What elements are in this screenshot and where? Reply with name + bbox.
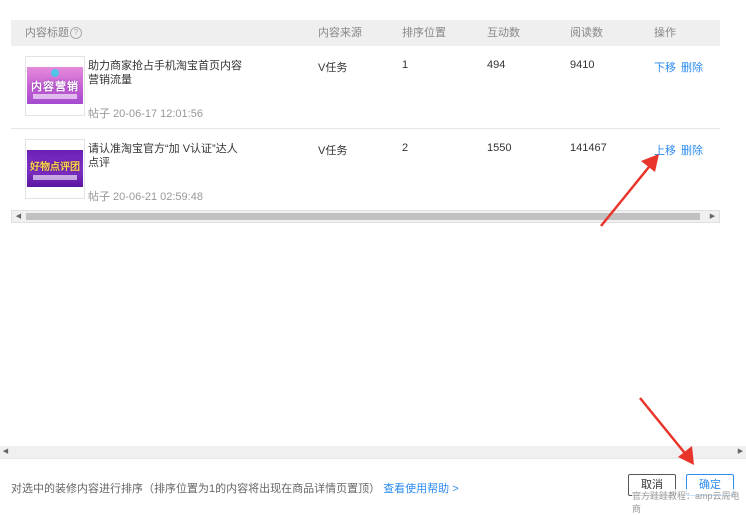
help-icon[interactable]: ? xyxy=(70,27,82,40)
header-title-label: 内容标题 xyxy=(25,27,69,39)
content-position: 2 xyxy=(402,142,409,154)
thumbnail-subbar xyxy=(33,175,77,180)
header-reads: 阅读数 xyxy=(570,27,603,39)
move-down-link[interactable]: 下移 xyxy=(654,62,676,74)
delete-link[interactable]: 删除 xyxy=(681,62,703,74)
content-title: 请认准淘宝官方“加 V认证”达人点评 xyxy=(88,143,238,169)
scrollbar-thumb[interactable] xyxy=(26,213,700,220)
content-thumbnail: 好物点评团 xyxy=(25,139,85,199)
footer-description: 对选中的装修内容进行排序（排序位置为1的内容将出现在商品详情页置顶） 查看使用帮… xyxy=(11,480,459,496)
move-up-link[interactable]: 上移 xyxy=(654,145,676,157)
watermark: 官方跬跬教程：amp云周电商 xyxy=(632,489,746,515)
table-row: 好物点评团 请认准淘宝官方“加 V认证”达人点评 帖子 20-06-21 02:… xyxy=(11,129,720,212)
thumbnail-subbar xyxy=(33,94,77,99)
help-link[interactable]: 查看使用帮助 > xyxy=(383,483,458,495)
thumbnail-text: 好物点评团 xyxy=(30,162,80,173)
content-source: V任务 xyxy=(318,62,348,74)
content-interactions: 1550 xyxy=(487,142,512,154)
footer-description-text: 对选中的装修内容进行排序（排序位置为1的内容将出现在商品详情页置顶） xyxy=(11,483,381,495)
header-actions: 操作 xyxy=(654,27,676,39)
content-reads: 141467 xyxy=(570,142,607,154)
content-reads: 9410 xyxy=(570,59,595,71)
triangle-right-icon[interactable]: ▶ xyxy=(735,446,746,458)
content-meta: 帖子 20-06-21 02:59:48 xyxy=(88,191,203,203)
header-position: 排序位置 xyxy=(402,27,446,39)
triangle-left-icon[interactable]: ◀ xyxy=(13,211,24,222)
content-position: 1 xyxy=(402,59,409,71)
delete-link[interactable]: 删除 xyxy=(681,145,703,157)
logo-badge-icon xyxy=(51,69,59,77)
content-sort-table: 内容标题? 内容来源 排序位置 互动数 阅读数 操作 内容营销 助力商家抢占手机… xyxy=(11,20,720,212)
content-meta: 帖子 20-06-17 12:01:56 xyxy=(88,108,203,120)
triangle-right-icon[interactable]: ▶ xyxy=(707,211,718,222)
header-source: 内容来源 xyxy=(318,27,362,39)
content-title: 助力商家抢占手机淘宝首页内容营销流量 xyxy=(88,60,242,86)
table-row: 内容营销 助力商家抢占手机淘宝首页内容营销流量 帖子 20-06-17 12:0… xyxy=(11,46,720,129)
table-horizontal-scrollbar[interactable]: ◀ ▶ xyxy=(11,210,720,223)
table-header: 内容标题? 内容来源 排序位置 互动数 阅读数 操作 xyxy=(11,20,720,46)
row-actions: 下移 删除 xyxy=(654,59,708,75)
content-thumbnail: 内容营销 xyxy=(25,56,85,116)
triangle-left-icon[interactable]: ◀ xyxy=(0,446,11,458)
thumbnail-text: 内容营销 xyxy=(31,80,79,93)
dialog-footer: 对选中的装修内容进行排序（排序位置为1的内容将出现在商品详情页置顶） 查看使用帮… xyxy=(0,458,746,515)
content-source: V任务 xyxy=(318,145,348,157)
thumbnail-image: 内容营销 xyxy=(27,67,83,104)
content-interactions: 494 xyxy=(487,59,506,71)
dialog-horizontal-scrollbar[interactable]: ◀ ▶ xyxy=(0,446,746,458)
thumbnail-image: 好物点评团 xyxy=(27,150,83,187)
header-interactions: 互动数 xyxy=(487,27,520,39)
header-title: 内容标题? xyxy=(25,20,82,46)
row-actions: 上移 删除 xyxy=(654,142,708,158)
